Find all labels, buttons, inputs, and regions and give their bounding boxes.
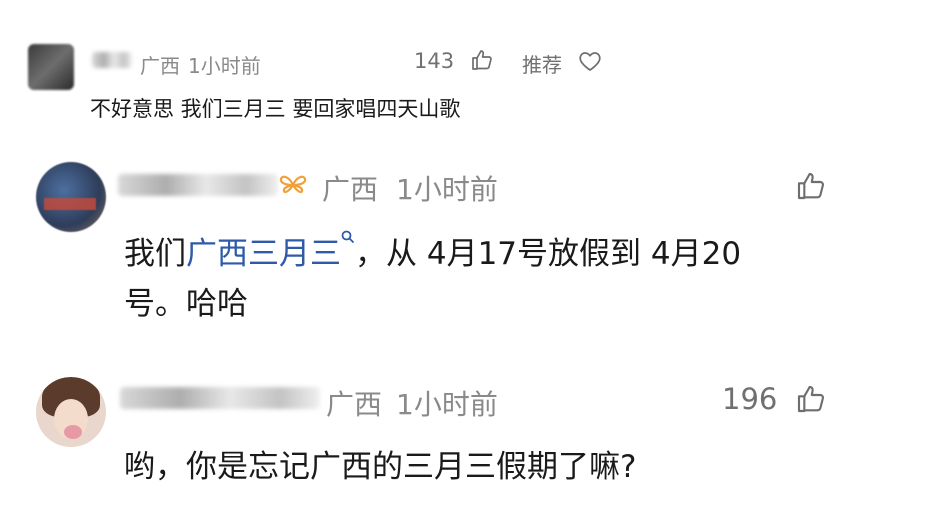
avatar[interactable] — [36, 162, 106, 232]
recommend-label[interactable]: 推荐 — [522, 49, 562, 78]
comment-text-line2: 号。哈哈 — [124, 286, 248, 322]
comment-item: 广西 1小时前 196 哟，你是忘记广西的三月三假期了嘛? — [0, 355, 940, 510]
like-count: 143 — [414, 49, 455, 73]
avatar[interactable] — [36, 377, 106, 447]
thumbs-up-icon[interactable] — [795, 383, 827, 415]
like-count: 196 — [722, 382, 778, 416]
comment-item: 广西 1小时前 我们广西三月三 ，从 4月17号放假到 4月20 号。哈哈 — [0, 150, 940, 355]
thumbs-up-icon[interactable] — [795, 170, 827, 202]
avatar[interactable] — [28, 44, 74, 90]
username[interactable] — [120, 387, 320, 409]
region-label: 广西 — [140, 54, 180, 78]
butterfly-icon — [278, 172, 308, 198]
timestamp: 1小时前 — [396, 388, 498, 421]
comment-text: 我们广西三月三 ，从 4月17号放假到 4月20 — [124, 228, 741, 273]
comment-text-part: 我们 — [124, 236, 186, 272]
comment-text: 不好意思 我们三月三 要回家唱四天山歌 — [90, 97, 461, 121]
comment-text: 哟，你是忘记广西的三月三假期了嘛? — [124, 449, 637, 485]
heart-icon[interactable] — [578, 50, 602, 72]
timestamp: 1小时前 — [188, 54, 261, 78]
comment-text-part: ，从 4月17号放假到 4月20 — [355, 236, 742, 272]
region-label: 广西 — [322, 173, 379, 206]
region-label: 广西 — [326, 388, 383, 421]
thumbs-up-icon[interactable] — [470, 48, 494, 72]
comment-item: 广西 1小时前 143 推荐 不好意思 我们三月三 要回家唱四天山歌 — [0, 0, 940, 150]
search-icon[interactable] — [341, 230, 355, 244]
username[interactable] — [118, 174, 278, 196]
topic-link[interactable]: 广西三月三 — [186, 236, 341, 272]
timestamp: 1小时前 — [396, 173, 498, 206]
username[interactable] — [92, 52, 132, 68]
